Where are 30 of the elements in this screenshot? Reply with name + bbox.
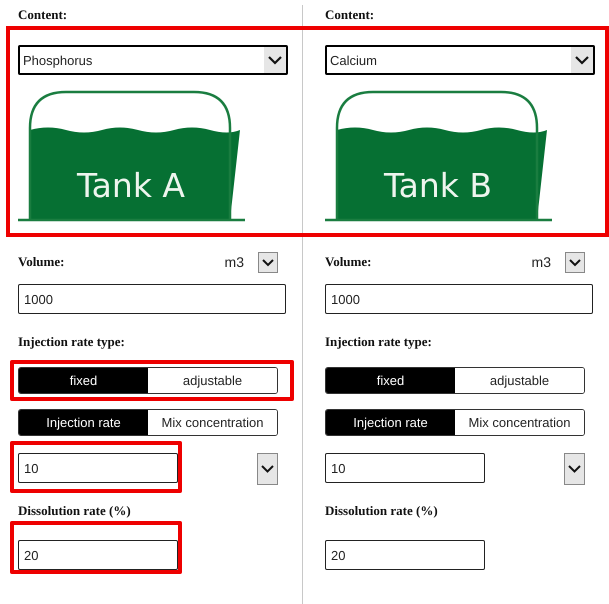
content-dropdown[interactable]: Calcium bbox=[325, 45, 595, 75]
unit-dropdown[interactable] bbox=[565, 252, 585, 272]
toggle-option[interactable]: fixed bbox=[326, 368, 455, 393]
volume-field[interactable]: 1000 bbox=[18, 284, 286, 314]
unit-dropdown[interactable] bbox=[258, 252, 278, 272]
field-label: Volume: bbox=[325, 254, 372, 270]
toggle-option[interactable]: fixed bbox=[19, 368, 148, 393]
rate-field[interactable]: 10 bbox=[18, 453, 178, 483]
rate-dropdown[interactable] bbox=[257, 453, 278, 485]
tank-label: Tank B bbox=[384, 166, 492, 205]
field-label: Injection rate type: bbox=[325, 334, 433, 350]
field-label: Content: bbox=[18, 7, 68, 23]
field-label: Content: bbox=[325, 7, 376, 23]
unit-text: m3 bbox=[224, 254, 244, 270]
chevron-down-icon bbox=[264, 47, 286, 73]
volume-field[interactable]: 1000 bbox=[325, 284, 593, 314]
content-dropdown[interactable]: Phosphorus bbox=[18, 45, 288, 75]
rate-dropdown[interactable] bbox=[564, 453, 585, 485]
dissolution-field[interactable]: 20 bbox=[18, 540, 178, 570]
tank-label: Tank A bbox=[77, 166, 185, 205]
chevron-down-icon bbox=[571, 47, 593, 73]
field-label: Injection rate type: bbox=[18, 334, 126, 350]
unit-text: m3 bbox=[532, 254, 551, 270]
field-label: Volume: bbox=[18, 254, 64, 270]
field-label: Dissolution rate (%) bbox=[18, 503, 132, 519]
dissolution-field[interactable]: 20 bbox=[325, 540, 485, 570]
rate-field[interactable]: 10 bbox=[325, 453, 485, 483]
toggle-option[interactable]: Injection rate bbox=[19, 410, 148, 435]
field-label: Dissolution rate (%) bbox=[325, 503, 439, 519]
toggle-option[interactable]: Injection rate bbox=[326, 410, 455, 435]
